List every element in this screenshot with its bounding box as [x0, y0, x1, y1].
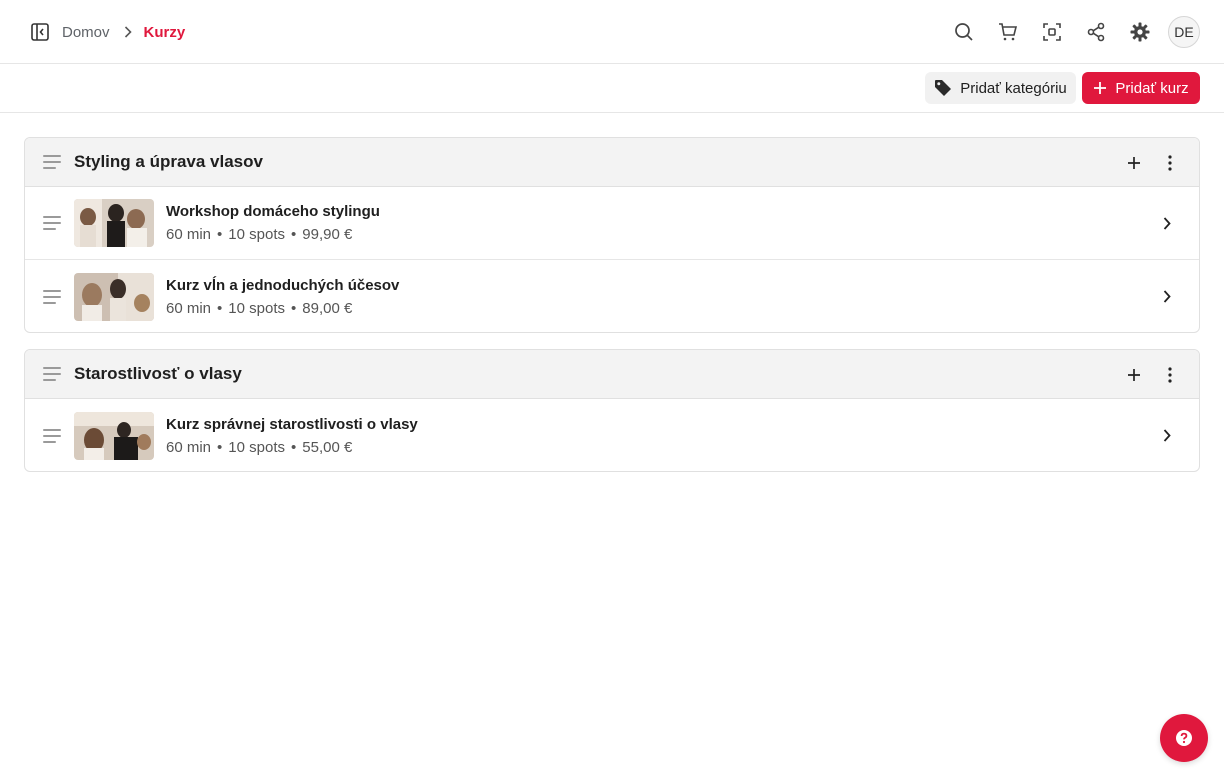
action-bar: Pridať kategóriu Pridať kurz: [0, 64, 1224, 113]
more-options-icon[interactable]: [1159, 364, 1181, 386]
share-icon[interactable]: [1074, 10, 1118, 54]
more-options-icon[interactable]: [1159, 152, 1181, 174]
category-header: Starostlivosť o vlasy: [25, 350, 1199, 399]
chevron-right-icon: [1159, 286, 1175, 306]
add-course-label: Pridať kurz: [1115, 79, 1189, 97]
course-meta: 60 min • 10 spots • 99,90 €: [166, 226, 353, 243]
category-card: Starostlivosť o vlasy Kurz správnej star…: [24, 349, 1200, 472]
course-price: 89,00 €: [302, 299, 353, 317]
course-thumbnail: [74, 199, 154, 247]
scan-icon[interactable]: [1030, 10, 1074, 54]
course-title: Kurz správnej starostlivosti o vlasy: [166, 415, 418, 433]
plus-icon: [1094, 82, 1107, 94]
drag-handle-icon[interactable]: [43, 367, 61, 381]
gear-icon[interactable]: [1118, 10, 1162, 54]
course-row[interactable]: Workshop domáceho stylingu 60 min • 10 spo…: [25, 187, 1199, 260]
breadcrumb-home[interactable]: Domov: [62, 24, 110, 41]
course-meta: 60 min • 10 spots • 55,00 €: [166, 438, 353, 456]
course-meta: 60 min • 10 spots • 89,00 €: [166, 299, 353, 317]
category-header: Styling a úprava vlasov: [25, 138, 1199, 187]
course-row[interactable]: Kurz vĺn a jednoduchých účesov 60 min • 10…: [25, 260, 1199, 332]
breadcrumb-current: Kurzy: [143, 23, 186, 41]
topbar-icons: DE: [942, 0, 1200, 64]
tag-icon: [935, 80, 952, 96]
breadcrumb: Domov Kurzy: [62, 0, 185, 64]
cart-icon[interactable]: [986, 10, 1030, 54]
chevron-right-icon: [124, 26, 132, 38]
help-button[interactable]: [1160, 714, 1208, 762]
question-icon: [1176, 730, 1192, 746]
add-course-to-category-plus-icon[interactable]: [1123, 364, 1145, 386]
add-category-label: Pridať kategóriu: [960, 79, 1067, 97]
course-spots: 10 spots: [228, 438, 286, 456]
sidebar-toggle-icon[interactable]: [28, 20, 52, 44]
avatar[interactable]: DE: [1168, 16, 1200, 48]
course-spots: 10 spots: [228, 299, 286, 317]
add-course-button[interactable]: Pridať kurz: [1082, 72, 1200, 104]
course-title: Workshop domáceho stylingu: [166, 203, 380, 220]
course-duration: 60 min: [166, 226, 212, 243]
chevron-right-icon: [1159, 213, 1175, 233]
course-duration: 60 min: [166, 438, 212, 456]
add-category-button[interactable]: Pridať kategóriu: [925, 72, 1076, 104]
course-duration: 60 min: [166, 299, 212, 317]
course-title: Kurz vĺn a jednoduchých účesov: [166, 276, 400, 294]
search-icon[interactable]: [942, 10, 986, 54]
category-title: Starostlivosť o vlasy: [74, 364, 242, 383]
drag-handle-icon[interactable]: [43, 289, 61, 304]
top-bar: Domov Kurzy DE: [0, 0, 1224, 64]
course-thumbnail: [74, 411, 154, 460]
course-thumbnail: [74, 272, 154, 321]
course-price: 55,00 €: [302, 438, 353, 456]
category-title: Styling a úprava vlasov: [74, 152, 263, 171]
category-card: Styling a úprava vlasov Workshop domáceh…: [24, 137, 1200, 333]
course-price: 99,90 €: [302, 226, 353, 243]
drag-handle-icon[interactable]: [43, 216, 61, 230]
drag-handle-icon[interactable]: [43, 428, 61, 443]
course-row[interactable]: Kurz správnej starostlivosti o vlasy 60 …: [25, 399, 1199, 471]
add-course-to-category-plus-icon[interactable]: [1123, 152, 1145, 174]
drag-handle-icon[interactable]: [43, 155, 61, 169]
chevron-right-icon: [1159, 425, 1175, 445]
course-spots: 10 spots: [228, 226, 286, 243]
